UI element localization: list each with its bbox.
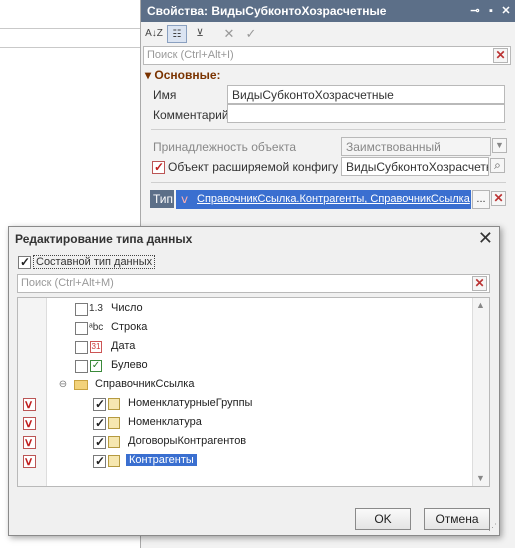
- pin-icon[interactable]: ⊸: [468, 4, 482, 18]
- type-value: СправочникСсылка.Контрагенты, Справочник…: [197, 193, 470, 205]
- clear-search-icon[interactable]: ✕: [493, 48, 508, 63]
- belonging-label: Принадлежность объекта: [153, 140, 296, 154]
- categories-icon[interactable]: ☷: [167, 25, 187, 43]
- composite-marker-icon: ⅴ: [23, 397, 36, 411]
- properties-toolbar: A↓Z ☷ ⊻ ✕ ✓: [141, 22, 515, 46]
- tree-checkbox[interactable]: [75, 322, 88, 335]
- tree-checkbox[interactable]: ✓: [93, 435, 106, 449]
- dialog-search-input[interactable]: Поиск (Ctrl+Alt+M) ✕: [17, 274, 490, 293]
- sort-alphabetical-icon[interactable]: A↓Z: [144, 25, 164, 43]
- tree-item-label: Номенклатура: [128, 416, 202, 428]
- name-field[interactable]: ВидыСубконтоХозрасчетные: [227, 85, 505, 104]
- section-main-header[interactable]: ▾ Основные:: [145, 68, 221, 82]
- name-label: Имя: [153, 88, 177, 102]
- properties-title-bar: Свойства: ВидыСубконтоХозрасчетные ⊸ ▪ ✕: [141, 0, 515, 22]
- apply-icon[interactable]: ✓: [241, 25, 261, 43]
- composite-marker-icon: ⅴ: [23, 435, 36, 449]
- cancel-button[interactable]: Отмена: [424, 508, 490, 530]
- type-edit-dialog: Редактирование типа данных ✕ ✓ Составной…: [8, 226, 500, 536]
- tree-item-label: Булево: [111, 359, 148, 371]
- type-field[interactable]: ⅴ СправочникСсылка.Контрагенты, Справочн…: [176, 190, 471, 209]
- tree-item-contracts[interactable]: ⅴ ✓ ДоговорыКонтрагентов: [18, 433, 471, 452]
- type-label: Тип: [150, 190, 174, 208]
- divider: [151, 129, 506, 130]
- search-icon[interactable]: ⌕: [490, 158, 505, 173]
- tree-checkbox[interactable]: ✓: [93, 397, 106, 411]
- tree-item-label: Дата: [111, 340, 136, 352]
- search-placeholder: Поиск (Ctrl+Alt+M): [21, 277, 114, 289]
- tree-checkbox[interactable]: [75, 341, 88, 354]
- tree-item-number[interactable]: 1.3 Число: [18, 300, 471, 319]
- search-placeholder: Поиск (Ctrl+Alt+I): [147, 49, 234, 61]
- tree-item-date[interactable]: 31 Дата: [18, 338, 471, 357]
- resize-grip-icon[interactable]: ⋰: [488, 522, 497, 533]
- composite-type-label[interactable]: Составной тип данных: [33, 255, 156, 269]
- dialog-close-icon[interactable]: ✕: [478, 229, 493, 247]
- comment-label: Комментарий: [153, 108, 229, 122]
- scroll-up-icon[interactable]: ▲: [476, 300, 485, 310]
- tree-item-nomenclature[interactable]: ⅴ ✓ Номенклатура: [18, 414, 471, 433]
- catalog-icon: [108, 417, 120, 429]
- tree-item-label: СправочникСсылка: [95, 378, 195, 390]
- extension-checkbox[interactable]: ✓: [152, 160, 165, 174]
- extension-label: Объект расширяемой конфигурац: [168, 160, 338, 174]
- tree-item-label: ДоговорыКонтрагентов: [128, 435, 247, 447]
- tree-item-boolean[interactable]: ✓ Булево: [18, 357, 471, 376]
- tree-item-nomenclature-groups[interactable]: ⅴ ✓ НоменклатурныеГруппы: [18, 395, 471, 414]
- type-tree: 1.3 Число ᵃbc Строка 31 Дата ✓ Булево ⊖ …: [17, 297, 490, 487]
- string-type-icon: ᵃbc: [89, 322, 104, 333]
- catalog-icon: [108, 398, 120, 410]
- tree-item-string[interactable]: ᵃbc Строка: [18, 319, 471, 338]
- divider: [151, 182, 506, 183]
- menu-icon[interactable]: ▪: [484, 4, 498, 18]
- tree-checkbox[interactable]: [75, 360, 88, 373]
- belonging-dropdown-icon: ▼: [492, 138, 507, 153]
- comment-field[interactable]: [227, 104, 505, 123]
- tree-checkbox[interactable]: ✓: [93, 454, 106, 468]
- collapse-icon[interactable]: ⊖: [56, 378, 70, 392]
- clear-search-icon[interactable]: ✕: [472, 276, 487, 291]
- workspace-toolbar: [0, 28, 140, 48]
- dialog-title: Редактирование типа данных: [15, 232, 193, 246]
- tree-item-label: Контрагенты: [126, 454, 197, 466]
- tree-item-label: НоменклатурныеГруппы: [128, 397, 253, 409]
- composite-marker-icon: ⅴ: [23, 454, 36, 468]
- boolean-type-icon: ✓: [90, 360, 102, 372]
- calendar-icon: 31: [90, 341, 102, 353]
- extension-field[interactable]: ВидыСубконтоХозрасчетные: [341, 157, 489, 176]
- ok-button[interactable]: OK: [355, 508, 411, 530]
- properties-search-input[interactable]: Поиск (Ctrl+Alt+I) ✕: [143, 46, 511, 65]
- type-select-button[interactable]: ...: [472, 190, 490, 209]
- section-main-label: Основные:: [154, 68, 221, 82]
- composite-type-checkbox[interactable]: ✓: [18, 255, 31, 269]
- tree-checkbox[interactable]: [75, 303, 88, 316]
- tree-item-label: Число: [111, 302, 143, 314]
- catalog-icon: [108, 455, 120, 467]
- composite-type-icon: ⅴ: [181, 192, 189, 206]
- properties-title: Свойства: ВидыСубконтоХозрасчетные: [147, 4, 387, 18]
- scroll-down-icon[interactable]: ▼: [476, 473, 485, 483]
- composite-marker-icon: ⅴ: [23, 416, 36, 430]
- tree-item-label: Строка: [111, 321, 148, 333]
- close-icon[interactable]: ✕: [499, 4, 513, 18]
- folder-icon: [74, 380, 88, 390]
- filter-icon[interactable]: ⊻: [190, 25, 210, 43]
- tree-item-catalog-ref[interactable]: ⊖ СправочникСсылка: [18, 376, 471, 395]
- clear-type-icon[interactable]: ✕: [491, 191, 506, 206]
- belonging-field: Заимствованный: [341, 137, 491, 156]
- tree-scrollbar[interactable]: ▲ ▼: [472, 298, 489, 486]
- tree-item-counterparties[interactable]: ⅴ ✓ Контрагенты: [18, 452, 471, 471]
- clear-icon[interactable]: ✕: [219, 25, 239, 43]
- tree-checkbox[interactable]: ✓: [93, 416, 106, 430]
- number-type-icon: 1.3: [89, 303, 103, 314]
- catalog-icon: [108, 436, 120, 448]
